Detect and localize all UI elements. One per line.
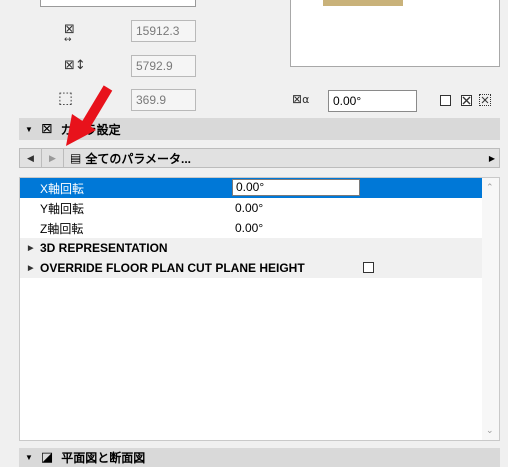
floorplan-section-header[interactable]: ▼ ◪ 平面図と断面図 (19, 448, 500, 467)
param-row-z-rotation[interactable]: Z軸回転 0.00° (20, 218, 482, 238)
vertical-scrollbar[interactable]: ⌃ ⌄ (482, 178, 499, 440)
floorplan-section-icon: ◪ (40, 450, 54, 465)
width-dimension-icon: ⊠ ↔ (64, 22, 75, 45)
expand-triangle-icon: ▶ (28, 265, 34, 272)
param-value-input[interactable]: 0.00° (232, 179, 360, 196)
floorplan-section-title: 平面図と断面図 (61, 451, 146, 465)
param-label: X軸回転 (40, 181, 85, 196)
scroll-down-icon[interactable]: ⌄ (486, 425, 494, 436)
angle-icon: ⊠α (292, 92, 310, 106)
scroll-up-icon[interactable]: ⌃ (486, 182, 494, 193)
annotation-arrow-icon (66, 85, 113, 146)
top-field-partial[interactable] (40, 0, 196, 7)
previous-button[interactable]: ◀ (20, 149, 42, 167)
expand-triangle-icon: ▶ (28, 245, 34, 252)
group-label: 3D REPRESENTATION (40, 241, 168, 255)
override-checkbox[interactable] (363, 262, 374, 273)
camera-settings-icon: ⊠ (40, 121, 53, 137)
parameter-list: X軸回転 0.00° Y軸回転 0.00° Z軸回転 0.00° ▶ 3D RE… (19, 177, 500, 441)
angle-field[interactable]: 0.00° (328, 90, 417, 112)
group-override-cut-plane[interactable]: ▶ OVERRIDE FLOOR PLAN CUT PLANE HEIGHT (20, 258, 482, 278)
group-label: OVERRIDE FLOOR PLAN CUT PLANE HEIGHT (40, 261, 305, 275)
param-value[interactable]: 0.00° (235, 221, 263, 235)
preview-panel (290, 0, 500, 67)
collapse-triangle-icon: ▼ (25, 124, 33, 134)
checkbox-dashed-icon[interactable] (479, 94, 491, 106)
param-label: Y軸回転 (40, 201, 85, 216)
group-3d-representation[interactable]: ▶ 3D REPRESENTATION (20, 238, 482, 258)
height-dimension-icon: ⊠↕ (64, 58, 86, 73)
width-field[interactable]: 15912.3 (131, 20, 196, 42)
param-value[interactable]: 0.00° (235, 201, 263, 215)
cross-icon (462, 96, 471, 105)
height-field[interactable]: 5792.9 (131, 55, 196, 77)
param-row-y-rotation[interactable]: Y軸回転 0.00° (20, 198, 482, 218)
depth-field[interactable]: 369.9 (131, 89, 196, 111)
preview-image-fragment (323, 0, 403, 6)
dropdown-arrow-icon[interactable]: ▶ (489, 154, 495, 163)
next-button[interactable]: ▶ (42, 149, 64, 167)
checkbox-crossed[interactable] (461, 95, 472, 106)
param-label: Z軸回転 (40, 221, 84, 236)
collapse-triangle-icon: ▼ (25, 453, 33, 462)
checkbox-empty[interactable] (440, 95, 451, 106)
param-row-x-rotation[interactable]: X軸回転 0.00° (20, 178, 482, 198)
